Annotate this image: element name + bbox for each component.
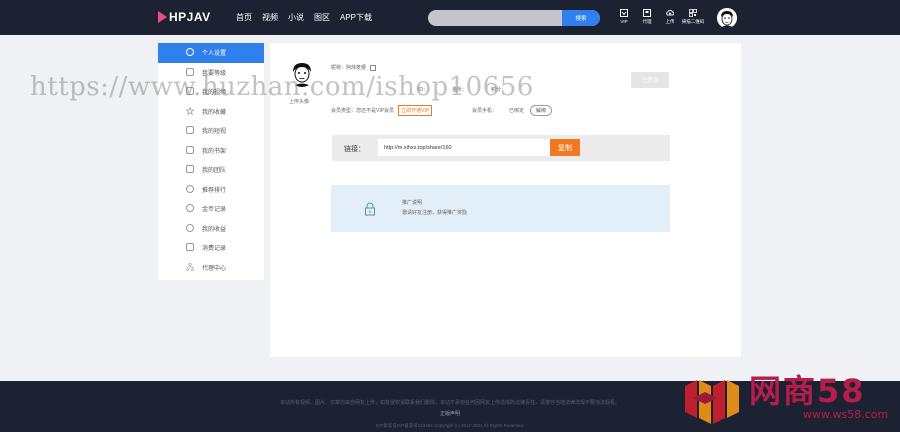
promo-info-box: 推广说明 邀请好友注册，获得推广奖励 xyxy=(331,185,670,232)
sidebar-item-profile[interactable]: 个人设置 xyxy=(158,43,264,63)
sidebar-item-label: 我的收益 xyxy=(202,226,227,233)
sidebar-item-label: 我的团队 xyxy=(202,168,227,175)
nav-home[interactable]: 首页 xyxy=(236,12,252,23)
promo-title: 推广说明 xyxy=(402,200,423,206)
book-icon xyxy=(186,145,194,154)
upload-link[interactable]: 上传 xyxy=(662,9,678,25)
sidebar-item-label: 个人设置 xyxy=(202,51,227,58)
brand-name: 网商58 xyxy=(749,372,866,410)
promote-label: 代理 xyxy=(642,19,652,24)
search-button[interactable]: 搜索 xyxy=(562,10,600,26)
vip-label: VIP xyxy=(620,19,628,24)
brand-url: www.ws58.com xyxy=(803,408,889,421)
nav-app-download[interactable]: APP下载 xyxy=(340,12,372,23)
lock-icon xyxy=(365,202,375,216)
sign-in-button[interactable]: 已签到 xyxy=(631,72,669,88)
sidebar-item-label: 我的短视 xyxy=(202,129,227,136)
sidebar-item-label: 消费记录 xyxy=(202,246,227,253)
nav-novels[interactable]: 小说 xyxy=(288,12,304,23)
sidebar-item-12[interactable]: 代理中心 xyxy=(158,258,264,278)
qrcode-label: 掃描二维码 xyxy=(681,19,705,24)
site-logo[interactable]: HPJAV xyxy=(158,10,211,24)
clip-icon xyxy=(186,126,194,134)
brand-logo-icon xyxy=(685,380,739,424)
coin-icon xyxy=(186,204,194,212)
receipt-icon xyxy=(186,243,194,251)
upload-label: 上传 xyxy=(665,19,675,24)
promo-text: 邀请好友注册，获得推广奖励 xyxy=(402,210,468,216)
sidebar-item-10[interactable]: 我的收益 xyxy=(158,219,264,239)
award-icon xyxy=(186,184,194,193)
network-icon xyxy=(186,262,194,271)
open-vip-button[interactable]: 立即开通VIP xyxy=(398,105,433,116)
star-icon xyxy=(185,106,195,115)
sidebar-item-6[interactable]: 我的书架 xyxy=(158,141,264,161)
share-link-box: 链接： 复制 xyxy=(332,135,670,161)
vip-link[interactable]: VIP xyxy=(616,9,632,24)
promote-icon xyxy=(643,9,651,17)
main-nav: 首页 视频 小说 图区 APP下载 xyxy=(236,12,372,23)
search-bar: 搜索 xyxy=(428,10,600,26)
sidebar-item-9[interactable]: 金币记录 xyxy=(158,199,264,219)
sidebar-item-label: 我的收藏 xyxy=(202,109,227,116)
upload-icon xyxy=(666,9,674,16)
sidebar-item-label: 代理中心 xyxy=(202,265,227,272)
watermark-text: https://www.huzhan.com/ishop10656 xyxy=(30,72,534,102)
user-avatar[interactable] xyxy=(717,8,737,28)
user-icon xyxy=(186,48,194,56)
brand-watermark: 网商58 www.ws58.com xyxy=(683,366,889,428)
search-input[interactable] xyxy=(428,10,562,26)
edit-icon[interactable] xyxy=(370,64,377,71)
sidebar-item-label: 我的书架 xyxy=(202,148,227,155)
nickname-text: 昵称：阿炜麦梗 xyxy=(331,65,367,71)
phone-label: 会员手机： xyxy=(472,108,498,114)
sidebar-item-8[interactable]: 推荐排行 xyxy=(158,180,264,200)
logo-play-icon xyxy=(158,11,167,23)
qrcode-link[interactable]: 掃描二维码 xyxy=(682,9,704,25)
sidebar-item-label: 推荐排行 xyxy=(202,187,227,194)
sidebar-item-5[interactable]: 我的短视 xyxy=(158,121,264,141)
dots-icon xyxy=(186,165,194,173)
vip-status: 会员类型：您还不是VIP会员 立即开通VIP xyxy=(331,105,433,116)
unbind-button[interactable]: 解绑 xyxy=(530,105,553,116)
nav-videos[interactable]: 视频 xyxy=(262,12,278,23)
phone-bound-text: 已绑定 xyxy=(509,108,525,114)
top-nav-bar: HPJAV 首页 视频 小说 图区 APP下载 搜索 VIP 代理 上传 掃描二… xyxy=(0,0,900,35)
avatar-face-icon xyxy=(717,8,737,28)
promote-link[interactable]: 代理 xyxy=(639,9,655,25)
vip-icon xyxy=(620,9,628,17)
sidebar-item-11[interactable]: 消费记录 xyxy=(158,238,264,258)
qrcode-icon xyxy=(689,9,697,17)
share-link-input[interactable] xyxy=(378,139,550,156)
nickname: 昵称：阿炜麦梗 xyxy=(331,64,377,71)
sidebar-item-label: 金币记录 xyxy=(202,207,227,214)
copy-button[interactable]: 复制 xyxy=(550,139,580,156)
money-icon xyxy=(186,223,194,232)
logo-text: HPJAV xyxy=(169,10,211,24)
vip-type-text: 会员类型：您还不是VIP会员 xyxy=(331,108,395,114)
sidebar-item-7[interactable]: 我的团队 xyxy=(158,160,264,180)
sidebar-item-4[interactable]: 我的收藏 xyxy=(158,102,264,122)
nav-pictures[interactable]: 图区 xyxy=(314,12,330,23)
phone-status: 会员手机： 已绑定 解绑 xyxy=(472,105,553,116)
share-link-label: 链接： xyxy=(344,146,365,153)
